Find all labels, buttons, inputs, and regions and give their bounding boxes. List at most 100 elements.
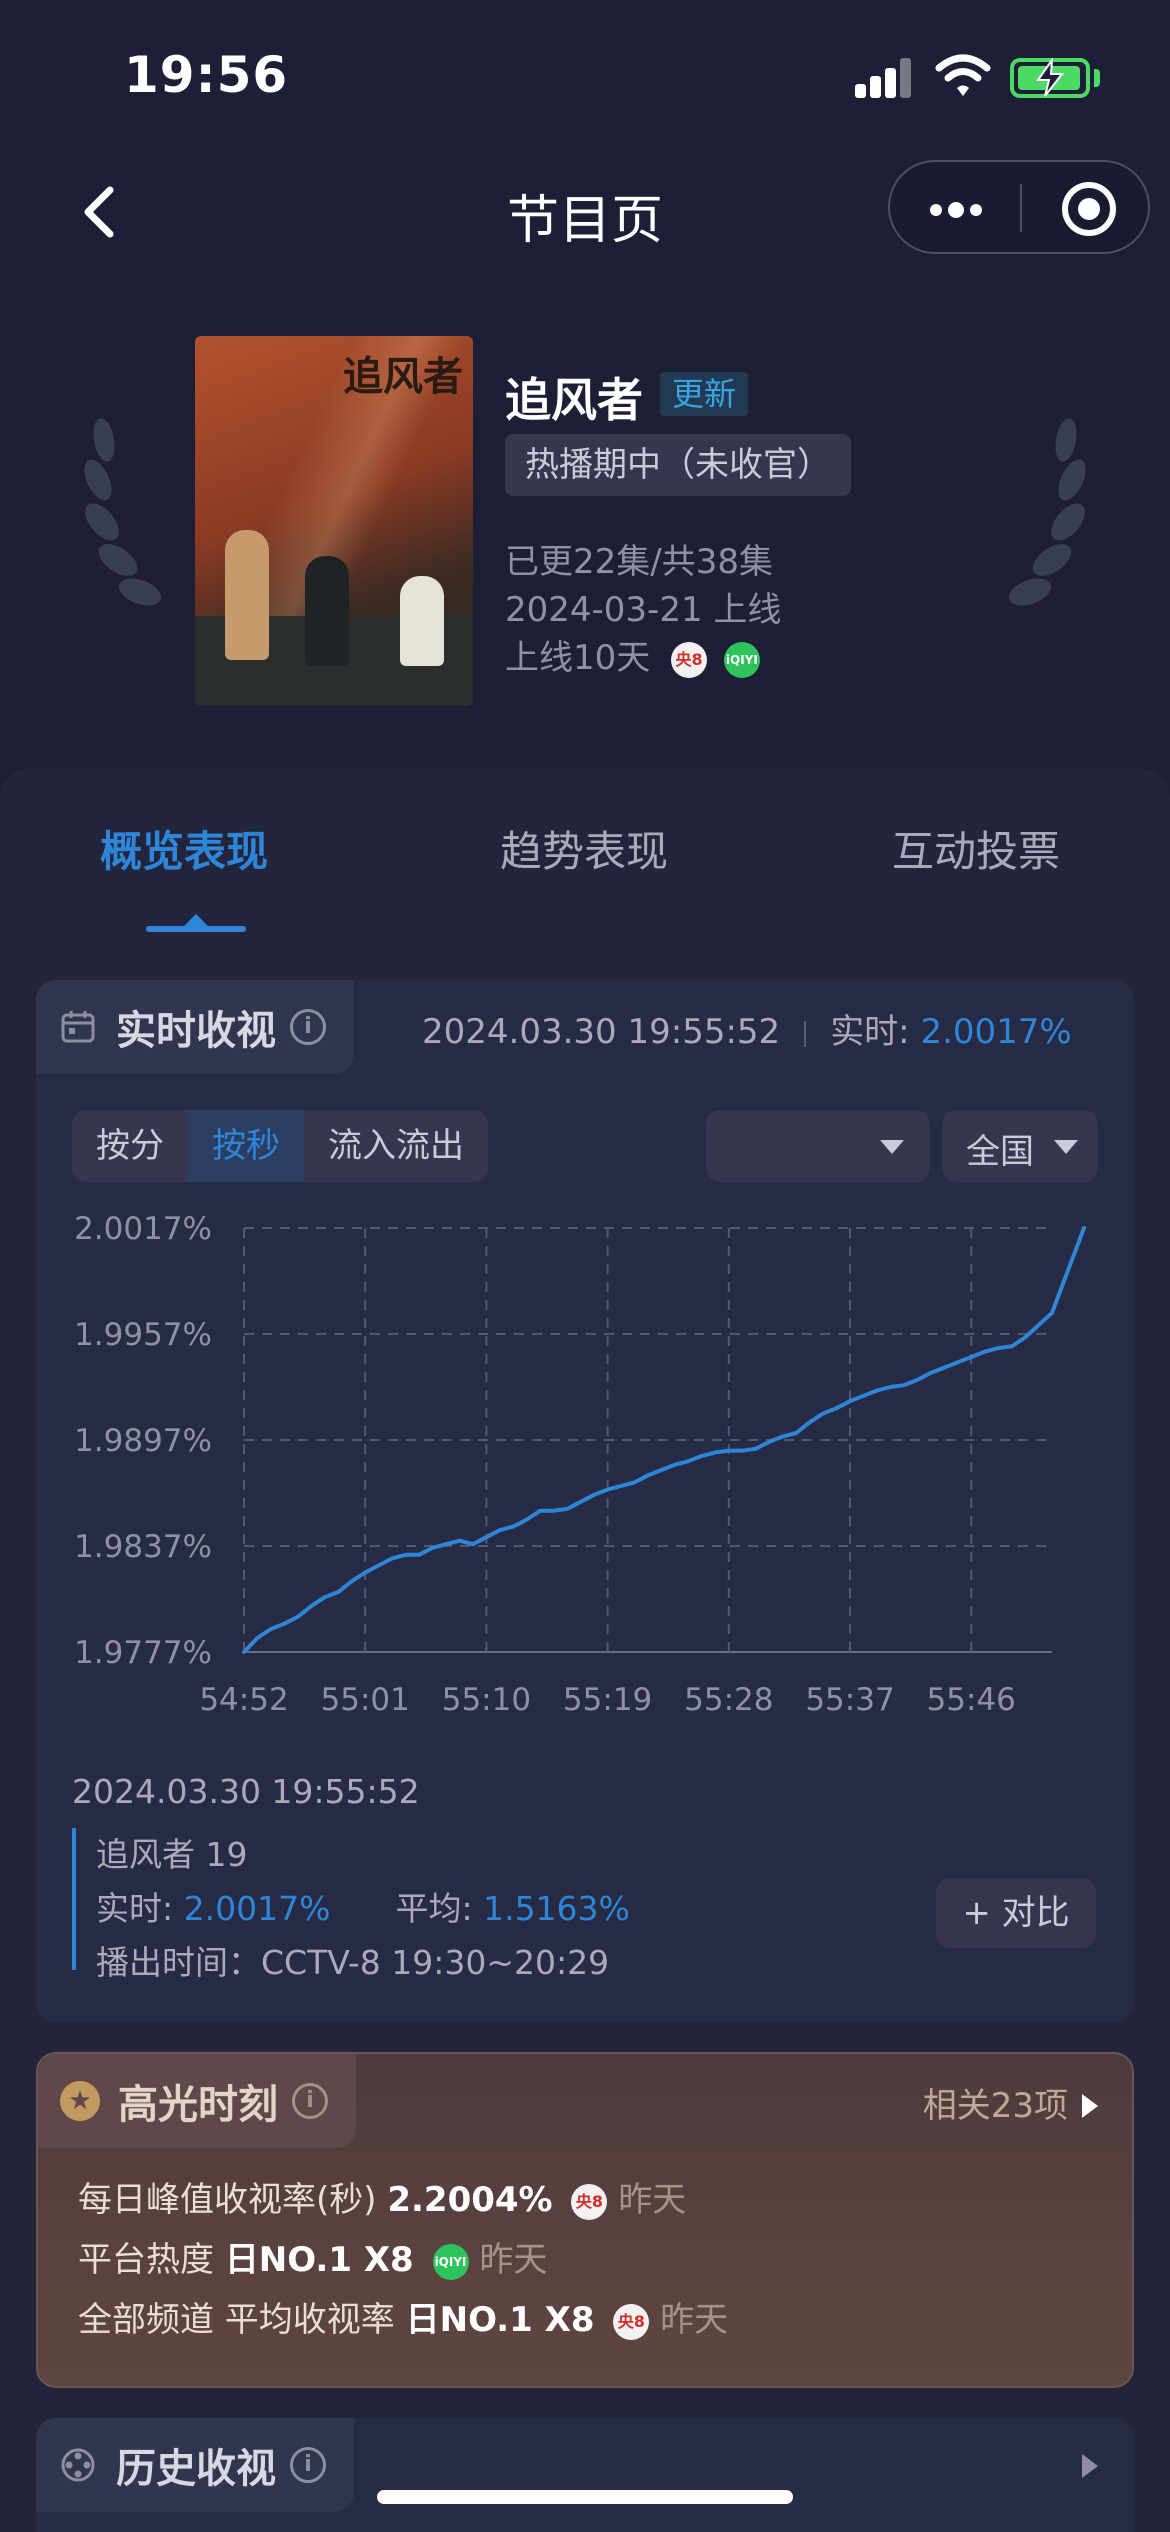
highlights-title: 高光时刻 bbox=[118, 2082, 278, 2128]
battery-cap bbox=[1094, 69, 1100, 87]
laurel-right-icon bbox=[1008, 418, 1086, 606]
airing-time: 播出时间：CCTV-8 19:30~20:29 bbox=[96, 1943, 610, 1982]
highlight-row[interactable]: 平台热度 日NO.1 X8 iQIYI 昨天 bbox=[78, 2232, 547, 2281]
iqiyi-icon: iQIYI bbox=[432, 2243, 469, 2280]
related-count: 相关23项 bbox=[922, 2086, 1068, 2126]
charging-bolt-icon bbox=[1036, 58, 1065, 97]
x-tick-label: 54:52 bbox=[199, 1682, 288, 1718]
realtime-value: 2.0017% bbox=[920, 1012, 1072, 1052]
y-tick-label: 1.9897% bbox=[74, 1423, 212, 1459]
realtime-title: 实时收视 bbox=[116, 1008, 276, 1054]
history-title: 历史收视 bbox=[116, 2446, 276, 2492]
chevron-down-icon bbox=[880, 1140, 904, 1154]
cctv8-icon: 央8 bbox=[671, 641, 708, 678]
show-poster[interactable]: 追风者 bbox=[195, 336, 473, 706]
tab-vote[interactable]: 互动投票 bbox=[892, 818, 1060, 879]
y-tick-label: 1.9837% bbox=[74, 1529, 212, 1565]
segment-by-minute[interactable]: 按分 bbox=[72, 1110, 188, 1182]
avg-label: 平均: bbox=[395, 1889, 473, 1928]
days-online-row: 上线10天 央8 iQIYI bbox=[505, 630, 760, 679]
highlight-value: 日NO.1 X8 bbox=[224, 2240, 414, 2280]
highlight-label: 平台热度 bbox=[78, 2240, 214, 2280]
capsule-divider bbox=[1020, 184, 1022, 232]
avg-value: 1.5163% bbox=[483, 1889, 630, 1928]
realtime-timestamp: 2024.03.30 19:55:52 bbox=[422, 1012, 781, 1052]
episode-label: 追风者 19 bbox=[96, 1835, 248, 1874]
update-badge: 更新 bbox=[660, 372, 749, 416]
rt-value: 2.0017% bbox=[183, 1889, 331, 1928]
info-icon[interactable]: i bbox=[290, 2447, 326, 2483]
close-miniprogram-icon[interactable] bbox=[1062, 182, 1116, 236]
highlight-when: 昨天 bbox=[479, 2240, 548, 2280]
highlight-when: 昨天 bbox=[618, 2180, 687, 2220]
play-arrow-icon bbox=[1082, 2093, 1098, 2118]
highlight-value: 2.2004% bbox=[387, 2180, 553, 2220]
x-tick-label: 55:19 bbox=[563, 1682, 652, 1718]
granularity-segmented-control: 按分 按秒 流入流出 bbox=[72, 1110, 488, 1182]
star-badge-icon: ★ bbox=[60, 2081, 100, 2121]
rt-label: 实时: bbox=[96, 1889, 174, 1928]
info-icon[interactable]: i bbox=[290, 1009, 326, 1045]
tab-overview[interactable]: 概览表现 bbox=[100, 818, 268, 879]
chart-series-tail bbox=[1050, 1226, 1086, 1315]
history-card-header: 历史收视 i bbox=[36, 2418, 354, 2512]
realtime-meta: 2024.03.30 19:55:52 实时: 2.0017% bbox=[422, 1004, 1072, 1053]
tab-indicator bbox=[146, 914, 246, 932]
episode-count: 已更22集/共38集 bbox=[505, 542, 773, 582]
highlight-row[interactable]: 全部频道 平均收视率 日NO.1 X8 央8 昨天 bbox=[78, 2292, 728, 2341]
cctv8-icon: 央8 bbox=[571, 2183, 608, 2220]
chevron-down-icon bbox=[1054, 1140, 1078, 1154]
miniprogram-capsule bbox=[888, 160, 1150, 254]
info-icon[interactable]: i bbox=[292, 2083, 328, 2119]
cctv8-icon: 央8 bbox=[613, 2303, 650, 2340]
show-title: 追风者 bbox=[505, 373, 643, 427]
iqiyi-icon: iQIYI bbox=[723, 641, 760, 678]
region-dropdown[interactable]: 全国 bbox=[942, 1110, 1098, 1182]
highlight-value: 日NO.1 X8 bbox=[405, 2300, 595, 2340]
x-tick-label: 55:46 bbox=[927, 1682, 1016, 1718]
channel-dropdown[interactable] bbox=[706, 1110, 930, 1182]
related-items-link[interactable]: 相关23项 bbox=[923, 2078, 1098, 2127]
highlight-label: 全部频道 平均收视率 bbox=[78, 2300, 395, 2340]
main-panel: 概览表现 趋势表现 互动投票 实时收视 i 2024.03.30 19:55:5… bbox=[0, 768, 1170, 2532]
highlight-when: 昨天 bbox=[660, 2300, 729, 2340]
tab-trend[interactable]: 趋势表现 bbox=[500, 818, 668, 879]
film-reel-icon bbox=[61, 2448, 95, 2482]
tab-bar: 概览表现 趋势表现 互动投票 bbox=[0, 768, 1170, 938]
y-tick-label: 1.9957% bbox=[74, 1317, 212, 1353]
highlight-row[interactable]: 每日峰值收视率(秒) 2.2004% 央8 昨天 bbox=[78, 2172, 686, 2221]
realtime-line-chart: 2.0017% 1.9957% 1.9897% 1.9837% 1.9777% 54:52… bbox=[74, 1211, 1086, 1718]
detail-timestamp: 2024.03.30 19:55:52 bbox=[72, 1772, 420, 1811]
x-tick-label: 55:28 bbox=[684, 1682, 773, 1718]
status-bar: 19:56 bbox=[0, 0, 1170, 150]
segment-inflow-outflow[interactable]: 流入流出 bbox=[304, 1110, 488, 1182]
laurel-left-icon bbox=[84, 418, 162, 606]
x-tick-label: 55:01 bbox=[321, 1682, 410, 1718]
realtime-ratings-card: 实时收视 i 2024.03.30 19:55:52 实时: 2.0017% 按分… bbox=[36, 980, 1134, 2022]
days-online: 上线10天 bbox=[505, 638, 651, 678]
compare-button[interactable]: + 对比 bbox=[936, 1878, 1096, 1948]
x-tick-label: 55:37 bbox=[805, 1682, 894, 1718]
x-tick-label: 55:10 bbox=[442, 1682, 531, 1718]
wifi-icon bbox=[935, 54, 991, 96]
cellular-signal-icon bbox=[855, 58, 913, 98]
y-tick-label: 2.0017% bbox=[74, 1211, 212, 1247]
y-tick-label: 1.9777% bbox=[74, 1635, 212, 1671]
detail-legend: 追风者 19 实时: 2.0017% 平均: 1.5163% 播出时间：CCTV… bbox=[72, 1828, 972, 1982]
status-time: 19:56 bbox=[124, 46, 289, 104]
region-dropdown-value: 全国 bbox=[966, 1132, 1034, 1172]
highlights-card: ★ 高光时刻 i 相关23项 每日峰值收视率(秒) 2.2004% 央8 昨天 … bbox=[36, 2052, 1134, 2388]
highlight-label: 每日峰值收视率(秒) bbox=[78, 2180, 377, 2220]
segment-by-second[interactable]: 按秒 bbox=[188, 1110, 304, 1182]
more-icon[interactable] bbox=[930, 200, 988, 220]
home-indicator bbox=[377, 2490, 793, 2504]
realtime-card-header: 实时收视 i bbox=[36, 980, 354, 1074]
calendar-icon bbox=[61, 1011, 95, 1043]
rating-line: 实时: 2.0017% 平均: 1.5163% bbox=[96, 1882, 972, 1936]
release-date: 2024-03-21 上线 bbox=[505, 590, 782, 630]
airing-status-badge: 热播期中（未收官） bbox=[505, 434, 851, 496]
play-arrow-icon bbox=[1082, 2454, 1098, 2478]
history-ratings-card[interactable]: 历史收视 i bbox=[36, 2418, 1134, 2532]
realtime-label: 实时: bbox=[830, 1012, 910, 1052]
nav-bar: 节目页 bbox=[0, 150, 1170, 270]
